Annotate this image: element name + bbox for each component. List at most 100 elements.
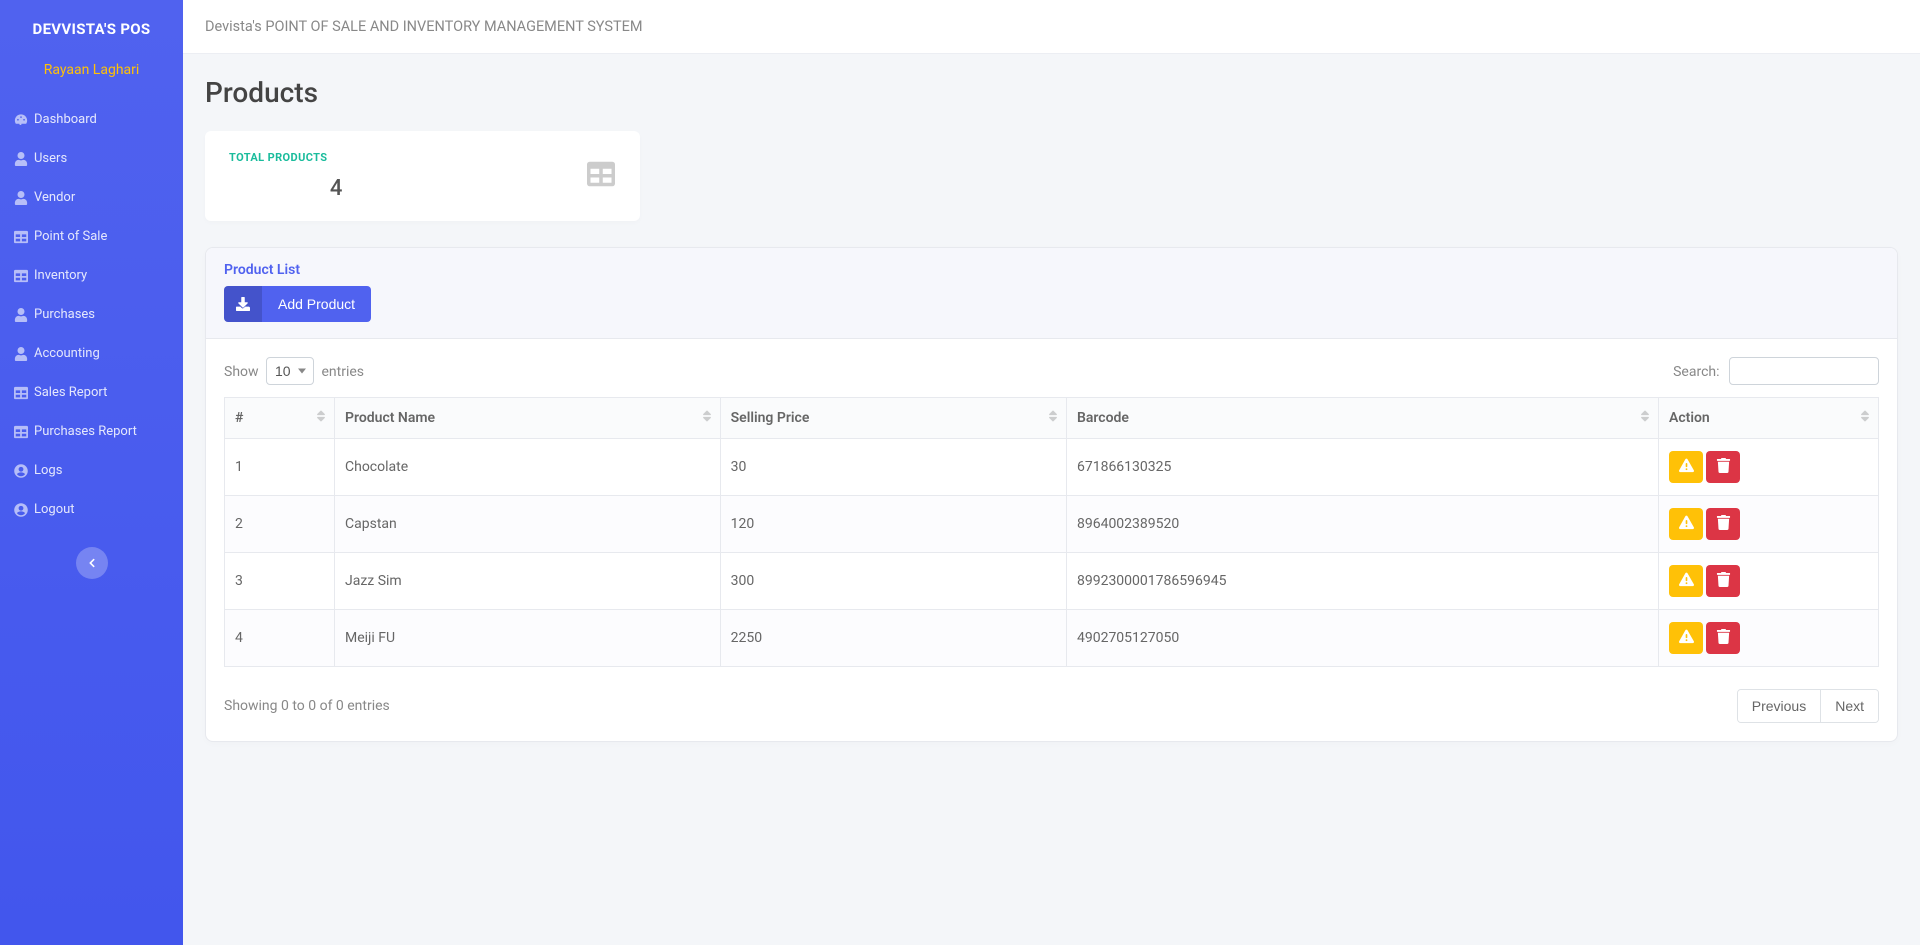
user-circle-icon: [14, 464, 28, 478]
trash-icon: [1716, 458, 1731, 476]
cell-barcode: 8992300001786596945: [1066, 553, 1658, 610]
cell-action: [1659, 439, 1879, 496]
table-icon: [14, 425, 28, 439]
warning-icon: [1679, 458, 1694, 476]
page-size-select[interactable]: 10: [266, 357, 314, 385]
col-product-name[interactable]: Product Name: [335, 398, 721, 439]
product-list-panel: Product List Add Product Show: [205, 247, 1898, 742]
nav-label: Inventory: [34, 268, 87, 283]
cell-selling-price: 30: [720, 439, 1066, 496]
show-label-post: entries: [322, 364, 365, 380]
panel-title: Product List: [224, 262, 1879, 278]
topbar-title: Devista's POINT OF SALE AND INVENTORY MA…: [183, 0, 1920, 54]
table-icon: [14, 386, 28, 400]
products-table: # Product Name Selling Price: [224, 397, 1879, 667]
stat-label: TOTAL PRODUCTS: [229, 151, 586, 164]
gauge-icon: [14, 113, 28, 127]
cell-barcode: 671866130325: [1066, 439, 1658, 496]
col-action[interactable]: Action: [1659, 398, 1879, 439]
edit-button[interactable]: [1669, 565, 1703, 597]
nav-inventory[interactable]: Inventory: [0, 256, 183, 295]
cell-index: 1: [225, 439, 335, 496]
nav-purchases[interactable]: Purchases: [0, 295, 183, 334]
show-label-pre: Show: [224, 364, 259, 380]
user-icon: [14, 347, 28, 361]
nav-label: Users: [34, 151, 67, 166]
nav-vendor[interactable]: Vendor: [0, 178, 183, 217]
nav-label: Sales Report: [34, 385, 107, 400]
cell-product-name: Jazz Sim: [335, 553, 721, 610]
nav-label: Logout: [34, 502, 75, 517]
chevron-left-icon: [87, 558, 97, 568]
add-product-label: Add Product: [262, 286, 371, 322]
sort-icon: [1048, 409, 1058, 427]
nav-pos[interactable]: Point of Sale: [0, 217, 183, 256]
user-icon: [14, 191, 28, 205]
cell-selling-price: 300: [720, 553, 1066, 610]
nav-sales-report[interactable]: Sales Report: [0, 373, 183, 412]
cell-product-name: Meiji FU: [335, 610, 721, 667]
user-icon: [14, 152, 28, 166]
next-button[interactable]: Next: [1820, 690, 1878, 722]
nav-label: Purchases Report: [34, 424, 137, 439]
table-row: 3Jazz Sim3008992300001786596945: [225, 553, 1879, 610]
pagination: Previous Next: [1737, 689, 1879, 723]
nav-label: Dashboard: [34, 112, 97, 127]
cell-selling-price: 120: [720, 496, 1066, 553]
trash-icon: [1716, 572, 1731, 590]
delete-button[interactable]: [1706, 451, 1740, 483]
trash-icon: [1716, 515, 1731, 533]
edit-button[interactable]: [1669, 508, 1703, 540]
add-product-button[interactable]: Add Product: [224, 286, 371, 322]
table-row: 1Chocolate30671866130325: [225, 439, 1879, 496]
stat-card-total-products: TOTAL PRODUCTS 4: [205, 131, 640, 221]
search-input[interactable]: [1729, 357, 1879, 385]
col-selling-price[interactable]: Selling Price: [720, 398, 1066, 439]
brand-title: DEVVISTA'S POS: [0, 0, 183, 58]
nav-label: Accounting: [34, 346, 100, 361]
sort-icon: [702, 409, 712, 427]
table-icon: [14, 230, 28, 244]
cell-index: 2: [225, 496, 335, 553]
stat-value: 4: [229, 176, 443, 201]
edit-button[interactable]: [1669, 622, 1703, 654]
sort-icon: [1860, 409, 1870, 427]
cell-product-name: Capstan: [335, 496, 721, 553]
cell-index: 3: [225, 553, 335, 610]
length-control: Show 10 entries: [224, 357, 364, 385]
delete-button[interactable]: [1706, 508, 1740, 540]
nav-users[interactable]: Users: [0, 139, 183, 178]
grid-icon: [586, 160, 616, 192]
cell-barcode: 8964002389520: [1066, 496, 1658, 553]
delete-button[interactable]: [1706, 622, 1740, 654]
table-row: 2Capstan1208964002389520: [225, 496, 1879, 553]
cell-index: 4: [225, 610, 335, 667]
sidebar-collapse-button[interactable]: [76, 547, 108, 579]
warning-icon: [1679, 629, 1694, 647]
nav-label: Vendor: [34, 190, 75, 205]
nav-purchases-report[interactable]: Purchases Report: [0, 412, 183, 451]
edit-button[interactable]: [1669, 451, 1703, 483]
nav-logout[interactable]: Logout: [0, 490, 183, 529]
col-index[interactable]: #: [225, 398, 335, 439]
search-control: Search:: [1673, 357, 1879, 385]
trash-icon: [1716, 629, 1731, 647]
col-barcode[interactable]: Barcode: [1066, 398, 1658, 439]
cell-action: [1659, 553, 1879, 610]
sidebar: DEVVISTA'S POS Rayaan Laghari Dashboard …: [0, 0, 183, 945]
warning-icon: [1679, 515, 1694, 533]
search-label: Search:: [1673, 364, 1719, 380]
cell-action: [1659, 610, 1879, 667]
nav-logs[interactable]: Logs: [0, 451, 183, 490]
cell-product-name: Chocolate: [335, 439, 721, 496]
sidebar-user-name[interactable]: Rayaan Laghari: [0, 58, 183, 90]
sort-icon: [1640, 409, 1650, 427]
nav-label: Purchases: [34, 307, 95, 322]
nav-dashboard[interactable]: Dashboard: [0, 100, 183, 139]
delete-button[interactable]: [1706, 565, 1740, 597]
user-icon: [14, 308, 28, 322]
sort-icon: [316, 409, 326, 427]
user-circle-icon: [14, 503, 28, 517]
nav-accounting[interactable]: Accounting: [0, 334, 183, 373]
prev-button[interactable]: Previous: [1738, 690, 1820, 722]
